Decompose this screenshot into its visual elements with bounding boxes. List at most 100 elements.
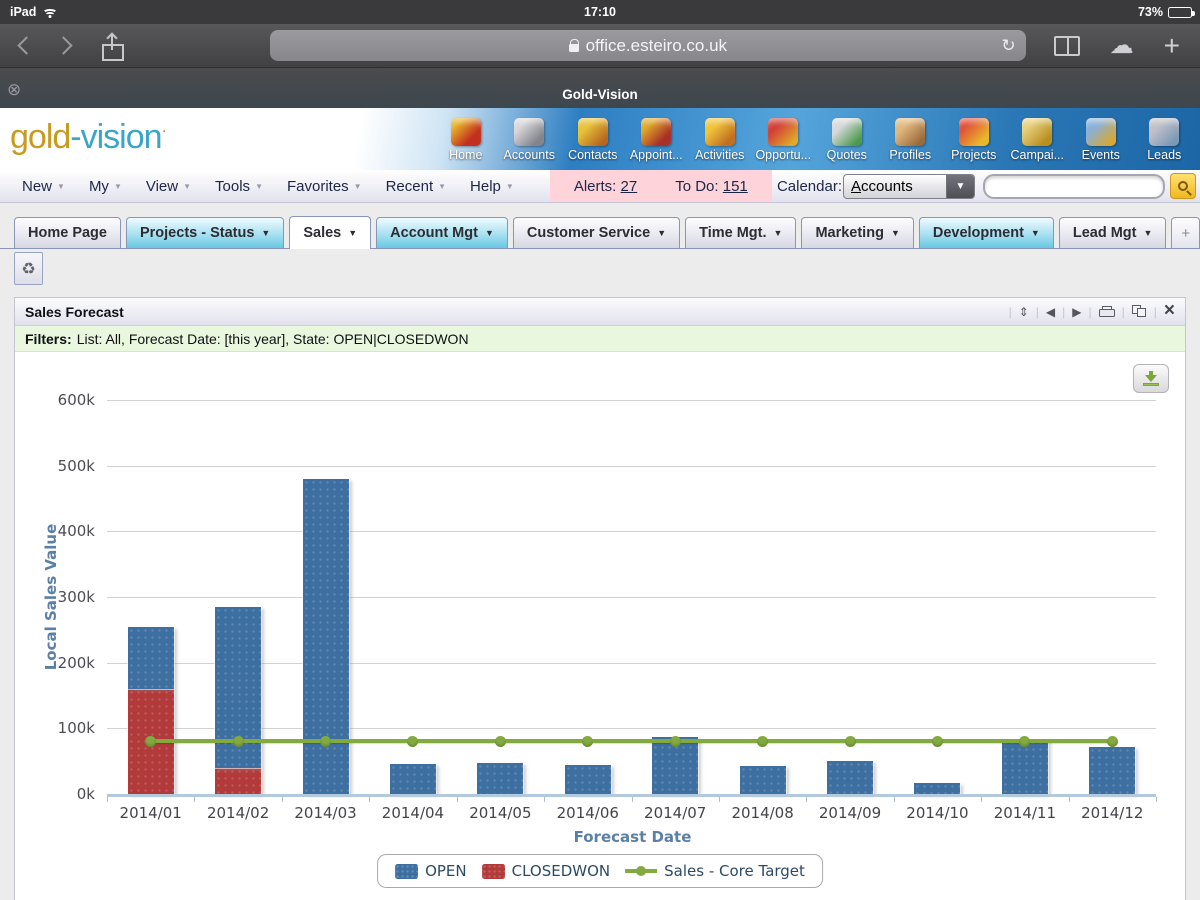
filters-bar: Filters: List: All, Forecast Date: [this… — [15, 326, 1185, 352]
nav-appoint[interactable]: Appoint... — [625, 116, 689, 162]
legend-item-sales-core-target: Sales - Core Target — [625, 862, 805, 880]
menu-tools[interactable]: Tools▼ — [201, 178, 273, 195]
share-icon[interactable] — [102, 35, 124, 61]
tab-label: Marketing — [815, 225, 884, 241]
tab-account-mgt[interactable]: Account Mgt▼ — [376, 217, 508, 248]
page-title: Gold-Vision — [562, 87, 638, 102]
menu-help[interactable]: Help▼ — [456, 178, 524, 195]
tab-sales[interactable]: Sales▼ — [289, 216, 371, 249]
menu-arrow-icon: ▼ — [354, 182, 362, 191]
todo-link[interactable]: To Do: 151 — [675, 178, 748, 195]
nav-opportu[interactable]: Opportu... — [752, 116, 816, 162]
x-tick-label: 2014/03 — [282, 804, 370, 822]
status-time: 17:10 — [0, 5, 1200, 19]
tab-arrow-icon: ▼ — [774, 228, 783, 238]
menu-arrow-icon: ▼ — [255, 182, 263, 191]
menu-my[interactable]: My▼ — [75, 178, 132, 195]
icloud-tabs-icon[interactable]: ☁ — [1110, 36, 1134, 56]
app-header: gold-vision· HomeAccountsContactsAppoint… — [0, 108, 1200, 170]
menu-label-favorites: Favorites — [287, 178, 349, 195]
bookmarks-icon[interactable] — [1054, 36, 1080, 56]
back-icon[interactable] — [17, 36, 35, 54]
nav-label-appoint: Appoint... — [625, 148, 689, 162]
nav-campai[interactable]: Campai... — [1006, 116, 1070, 162]
nav-label-events: Events — [1069, 148, 1133, 162]
tab-customer-service[interactable]: Customer Service▼ — [513, 217, 680, 248]
todo-count[interactable]: 151 — [723, 178, 748, 195]
browser-toolbar: office.esteiro.co.uk ↻ ☁ + — [0, 24, 1200, 68]
x-tick-label: 2014/06 — [544, 804, 632, 822]
tab-time-mgt[interactable]: Time Mgt.▼ — [685, 217, 796, 248]
prev-icon[interactable]: ◀ — [1046, 306, 1055, 318]
target-line — [151, 739, 1113, 743]
bar-open-2014-04 — [390, 764, 436, 794]
nav-contacts[interactable]: Contacts — [561, 116, 625, 162]
y-tick-label: 300k — [15, 588, 95, 606]
tab-lead-mgt[interactable]: Lead Mgt ▼ — [1059, 217, 1167, 248]
bar-closedwon-2014-02 — [215, 768, 261, 794]
select-arrow-icon[interactable]: ▼ — [946, 175, 974, 198]
popout-icon[interactable] — [1132, 305, 1147, 318]
resize-icon[interactable]: ⇕ — [1019, 306, 1029, 318]
nav-events[interactable]: Events — [1069, 116, 1133, 162]
menu-arrow-icon: ▼ — [114, 182, 122, 191]
legend-item-open: OPEN — [395, 862, 467, 880]
download-button[interactable] — [1133, 364, 1169, 393]
reload-icon[interactable]: ↻ — [1001, 36, 1015, 56]
alerts-link[interactable]: Alerts: 27 — [574, 178, 637, 195]
nav-accounts[interactable]: Accounts — [498, 116, 562, 162]
tab-add-new[interactable]: + — [1171, 217, 1200, 248]
close-icon[interactable]: × — [1164, 301, 1175, 320]
y-tick-label: 200k — [15, 654, 95, 672]
bar-open-2014-08 — [740, 766, 786, 794]
menu-view[interactable]: View▼ — [132, 178, 201, 195]
x-tick-mark — [194, 797, 195, 802]
menu-favorites[interactable]: Favorites ▼ — [273, 178, 372, 195]
x-tick-label: 2014/04 — [369, 804, 457, 822]
calendar-select[interactable]: Accounts ▼ — [843, 174, 975, 199]
x-tick-mark — [282, 797, 283, 802]
menu-new[interactable]: New▼ — [8, 178, 75, 195]
nav-label-campai: Campai... — [1006, 148, 1070, 162]
nav-quotes[interactable]: Quotes — [815, 116, 879, 162]
url-field[interactable]: office.esteiro.co.uk ↻ — [270, 30, 1026, 61]
appointments-icon — [641, 118, 671, 146]
tab-label: Development — [933, 225, 1024, 241]
forward-icon[interactable] — [54, 36, 72, 54]
menu-recent[interactable]: Recent▼ — [372, 178, 456, 195]
legend-label-sales-core-target: Sales - Core Target — [664, 862, 805, 880]
nav-activities[interactable]: Activities — [688, 116, 752, 162]
tab-label: Lead Mgt — [1073, 225, 1137, 241]
legend-line-sample — [625, 869, 657, 873]
nav-leads[interactable]: Leads — [1133, 116, 1197, 162]
bar-open-2014-12 — [1089, 747, 1135, 794]
nav-label-quotes: Quotes — [815, 148, 879, 162]
target-dot — [233, 736, 244, 747]
home-icon — [451, 118, 481, 146]
new-tab-icon[interactable]: + — [1164, 33, 1180, 59]
gridline — [107, 466, 1156, 467]
nav-home[interactable]: Home — [434, 116, 498, 162]
nav-label-home: Home — [434, 148, 498, 162]
menu-items: New▼My▼View▼Tools▼ Favorites ▼ Recent▼Help▼ — [8, 178, 524, 195]
menu-bar: New▼My▼View▼Tools▼ Favorites ▼ Recent▼Help▼… — [0, 170, 1200, 203]
tab-arrow-icon: ▼ — [1143, 228, 1152, 238]
next-icon[interactable]: ▶ — [1072, 306, 1081, 318]
workspace-tab-bar: Home PageProjects - Status▼Sales▼Account… — [0, 203, 1200, 249]
refresh-view-button[interactable]: ♻ — [14, 252, 43, 285]
tab-development[interactable]: Development▼ — [919, 217, 1054, 248]
tab-projects-status[interactable]: Projects - Status▼ — [126, 217, 284, 248]
print-icon[interactable] — [1099, 306, 1115, 318]
x-tick-label: 2014/12 — [1068, 804, 1156, 822]
nav-label-projects: Projects — [942, 148, 1006, 162]
nav-projects[interactable]: Projects — [942, 116, 1006, 162]
tab-home-page[interactable]: Home Page — [14, 217, 121, 248]
search-button[interactable] — [1170, 173, 1196, 199]
stop-loading-icon[interactable]: ⊗ — [7, 80, 21, 100]
gridline — [107, 663, 1156, 664]
alerts-count[interactable]: 27 — [621, 178, 638, 195]
nav-profiles[interactable]: Profiles — [879, 116, 943, 162]
tab-marketing[interactable]: Marketing▼ — [801, 217, 913, 248]
search-input[interactable] — [983, 174, 1165, 199]
x-tick-mark — [806, 797, 807, 802]
